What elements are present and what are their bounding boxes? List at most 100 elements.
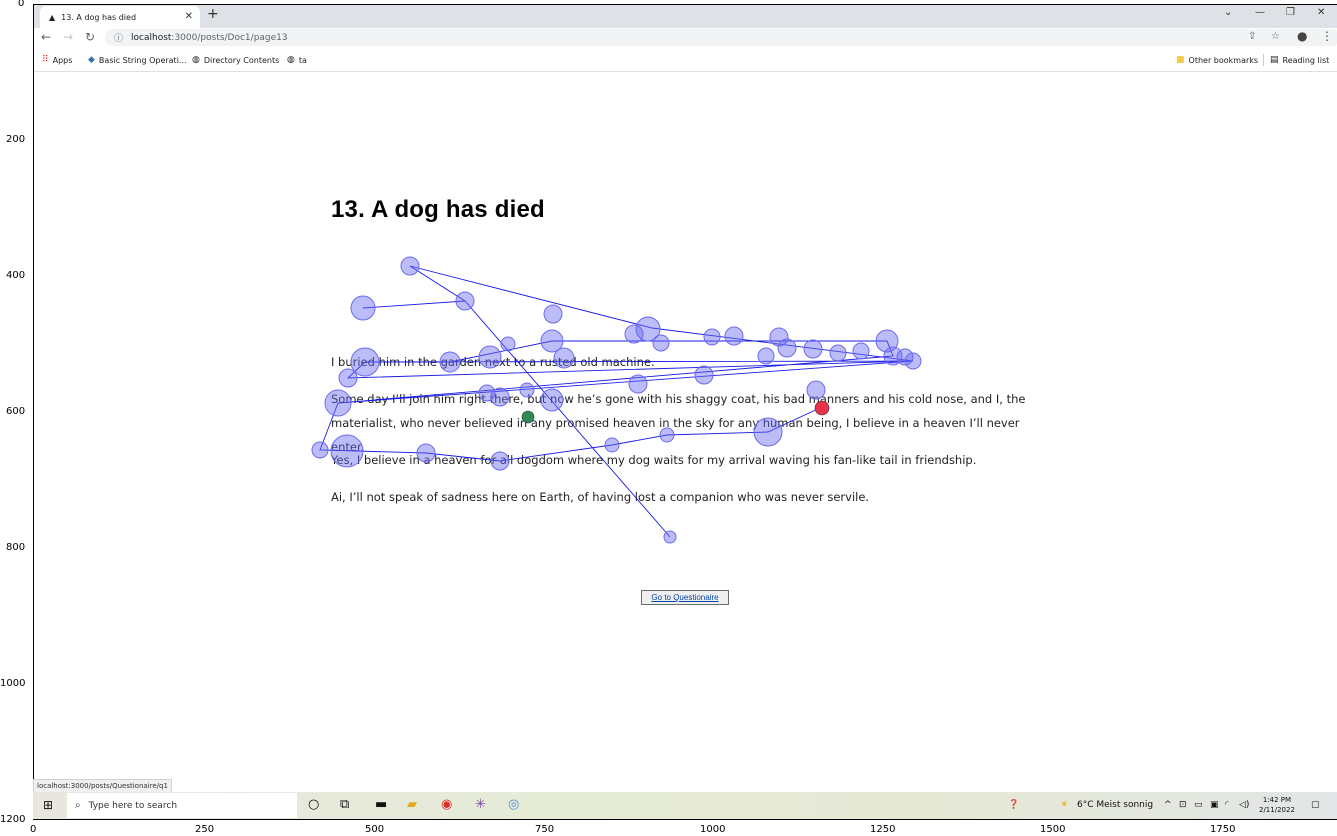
other-bookmarks[interactable]: ■ Other bookmarks — [1176, 55, 1258, 65]
minimize-icon[interactable]: — — [1255, 7, 1265, 18]
gaze-fixation — [652, 334, 670, 352]
bookmark-string-ops[interactable]: ◆ Basic String Operati... — [88, 55, 187, 65]
bookmarks-divider — [1263, 54, 1264, 66]
reading-list[interactable]: ▤ Reading list — [1270, 55, 1329, 65]
help-icon[interactable]: ❓ — [1008, 800, 1019, 810]
x-tick-label: 750 — [535, 824, 555, 835]
gaze-fixation — [769, 327, 789, 347]
gaze-fixation — [663, 530, 677, 544]
clock-time: 1:42 PM — [1262, 796, 1292, 804]
bookmark-label: Directory Contents — [203, 55, 280, 65]
paragraph-3: Yes, I believe in a heaven for all dogdo… — [331, 453, 977, 467]
profile-avatar-icon[interactable]: ● — [1297, 29, 1307, 43]
y-tick-label: 200 — [6, 134, 26, 145]
y-tick-label: 0 — [18, 0, 25, 9]
gaze-fixation — [455, 291, 475, 311]
bookmarks-bar: ⠿ Apps ◆ Basic String Operati... ◍ Direc… — [33, 50, 1337, 72]
terminal-icon[interactable]: ▬ — [375, 797, 387, 812]
x-tick-label: 500 — [365, 824, 385, 835]
y-tick-label: 600 — [6, 406, 26, 417]
file-explorer-icon[interactable]: ▰ — [407, 797, 417, 812]
browser-tab[interactable]: ▲ 13. A dog has died ✕ — [40, 6, 200, 28]
tray-chevron-icon[interactable]: ^ — [1164, 800, 1172, 810]
gaze-fixation — [724, 326, 744, 346]
tab-search-chevron-icon[interactable]: ⌄ — [1224, 7, 1232, 18]
address-bar[interactable]: ⓘ localhost:3000/posts/Doc1/page13 ⇪ ☆ — [105, 29, 1337, 46]
url-host: localhost — [131, 32, 172, 43]
globe-icon: ◍ — [287, 55, 295, 65]
bookmark-apps[interactable]: ⠿ Apps — [42, 55, 72, 65]
x-tick-label: 1750 — [1210, 824, 1236, 835]
paragraph-1: I buried him in the garden next to a rus… — [331, 355, 655, 369]
new-tab-icon[interactable]: + — [207, 6, 219, 22]
folder-icon: ■ — [1176, 55, 1185, 65]
page-heading: 13. A dog has died — [331, 196, 545, 223]
restore-icon[interactable]: ❐ — [1286, 7, 1295, 18]
triangle-icon: ▲ — [49, 12, 56, 22]
y-tick-label: 1200 — [0, 814, 26, 825]
y-tick-label: 400 — [6, 270, 26, 281]
tab-close-icon[interactable]: ✕ — [185, 11, 193, 22]
app-icon[interactable]: ◎ — [508, 797, 519, 812]
more-menu-icon[interactable]: ⋮ — [1321, 29, 1333, 43]
share-icon[interactable]: ⇪ — [1248, 31, 1256, 42]
clock-date: 2/11/2022 — [1259, 806, 1295, 814]
cortana-icon[interactable]: ○ — [308, 797, 319, 812]
slack-icon[interactable]: ✳ — [475, 797, 486, 812]
windows-taskbar: ⊞ ⌕ Type here to search ○ ⧉ ▬ ▰ ◉ ✳ ◎ ❓ … — [33, 792, 1337, 819]
reload-icon[interactable]: ↻ — [85, 30, 95, 44]
y-tick-label: 1000 — [0, 678, 26, 689]
battery-icon[interactable]: ▭ — [1194, 800, 1203, 810]
bookmark-star-icon[interactable]: ☆ — [1271, 31, 1280, 42]
status-bar-url: localhost:3000/posts/Questionaire/q1 — [33, 779, 172, 793]
gaze-fixation — [500, 336, 516, 352]
reading-list-label: Reading list — [1282, 55, 1330, 65]
gaze-fixation — [875, 329, 899, 353]
taskbar-clock[interactable]: 1:42 PM 2/11/2022 — [1259, 795, 1295, 815]
globe-icon: ◍ — [192, 55, 200, 65]
gaze-fixation — [400, 256, 420, 276]
weather-text[interactable]: 6°C Meist sonnig — [1077, 800, 1153, 810]
search-placeholder: Type here to search — [88, 800, 178, 811]
other-bookmarks-label: Other bookmarks — [1188, 55, 1259, 65]
close-window-icon[interactable]: ✕ — [1317, 7, 1325, 18]
bookmark-directory-contents[interactable]: ◍ Directory Contents — [192, 55, 279, 65]
info-icon[interactable]: ⓘ — [114, 31, 123, 44]
apps-grid-icon: ⠿ — [42, 55, 49, 65]
plot-frame-top — [33, 4, 1337, 5]
gaze-fixation — [311, 441, 329, 459]
volume-icon[interactable]: ◁) — [1239, 800, 1249, 810]
wifi-icon[interactable]: ◜ — [1225, 800, 1229, 810]
notifications-icon[interactable]: ▢ — [1311, 800, 1320, 810]
task-view-icon[interactable]: ⧉ — [340, 797, 349, 812]
chrome-icon[interactable]: ◉ — [441, 797, 452, 812]
tray-app-icon[interactable]: ⊡ — [1179, 800, 1187, 810]
gaze-fixation — [350, 295, 376, 321]
paragraph-4: Ai, I’ll not speak of sadness here on Ea… — [331, 490, 870, 504]
gaze-fixation — [635, 316, 661, 342]
bookmark-ta[interactable]: ◍ ta — [287, 55, 307, 65]
browser-titlebar: ▲ 13. A dog has died ✕ + ⌄ — ❐ ✕ — [33, 4, 1337, 28]
x-tick-label: 250 — [195, 824, 215, 835]
back-icon[interactable]: ← — [41, 30, 51, 44]
x-tick-label: 1500 — [1040, 824, 1066, 835]
forward-icon[interactable]: → — [63, 30, 73, 44]
bookmark-label: ta — [298, 55, 307, 65]
x-tick-label: 1250 — [870, 824, 896, 835]
go-to-questionnaire-button[interactable]: Go to Questionaire — [641, 590, 729, 605]
taskbar-search-box[interactable]: ⌕ Type here to search — [67, 793, 297, 818]
x-tick-label: 1000 — [700, 824, 726, 835]
address-url: localhost:3000/posts/Doc1/page13 — [131, 33, 288, 43]
network-icon[interactable]: ▣ — [1210, 800, 1219, 810]
y-tick-label: 800 — [6, 542, 26, 553]
gaze-fixation — [540, 329, 564, 353]
bookmark-label: Apps — [52, 55, 73, 65]
url-path: :3000/posts/Doc1/page13 — [171, 32, 288, 43]
weather-sun-icon: ☀ — [1060, 800, 1069, 810]
windows-start-icon[interactable]: ⊞ — [43, 798, 53, 812]
x-tick-label: 0 — [30, 824, 37, 835]
gaze-fixation — [543, 304, 563, 324]
plot-frame-left — [33, 4, 34, 819]
tab-title: 13. A dog has died — [61, 12, 137, 22]
reading-list-icon: ▤ — [1270, 55, 1279, 65]
